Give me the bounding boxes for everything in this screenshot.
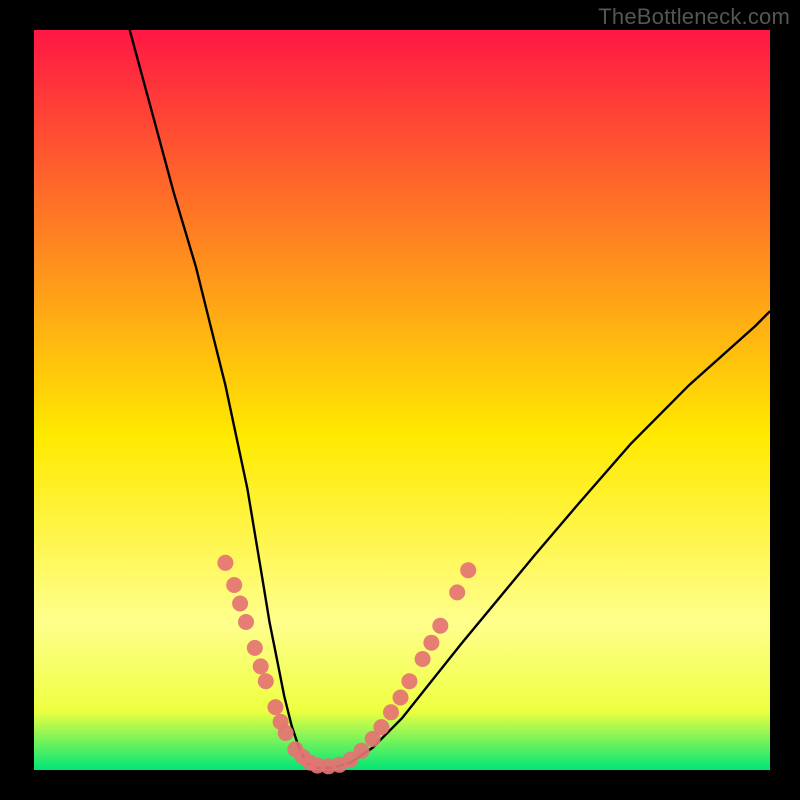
marker-dot xyxy=(226,577,242,593)
marker-dot xyxy=(253,658,269,674)
marker-dot xyxy=(383,704,399,720)
marker-dot xyxy=(354,743,370,759)
marker-dot xyxy=(247,640,263,656)
chart-frame: TheBottleneck.com xyxy=(0,0,800,800)
marker-dot xyxy=(401,673,417,689)
marker-dot xyxy=(460,562,476,578)
marker-dot xyxy=(423,635,439,651)
marker-dot xyxy=(267,699,283,715)
plot-background xyxy=(34,30,770,770)
watermark-text: TheBottleneck.com xyxy=(598,4,790,30)
marker-dot xyxy=(217,555,233,571)
marker-dot xyxy=(393,690,409,706)
chart-svg xyxy=(0,0,800,800)
marker-dot xyxy=(278,725,294,741)
marker-dot xyxy=(232,596,248,612)
marker-dot xyxy=(373,719,389,735)
marker-dot xyxy=(432,618,448,634)
marker-dot xyxy=(258,673,274,689)
marker-dot xyxy=(415,651,431,667)
marker-dot xyxy=(449,584,465,600)
marker-dot xyxy=(238,614,254,630)
